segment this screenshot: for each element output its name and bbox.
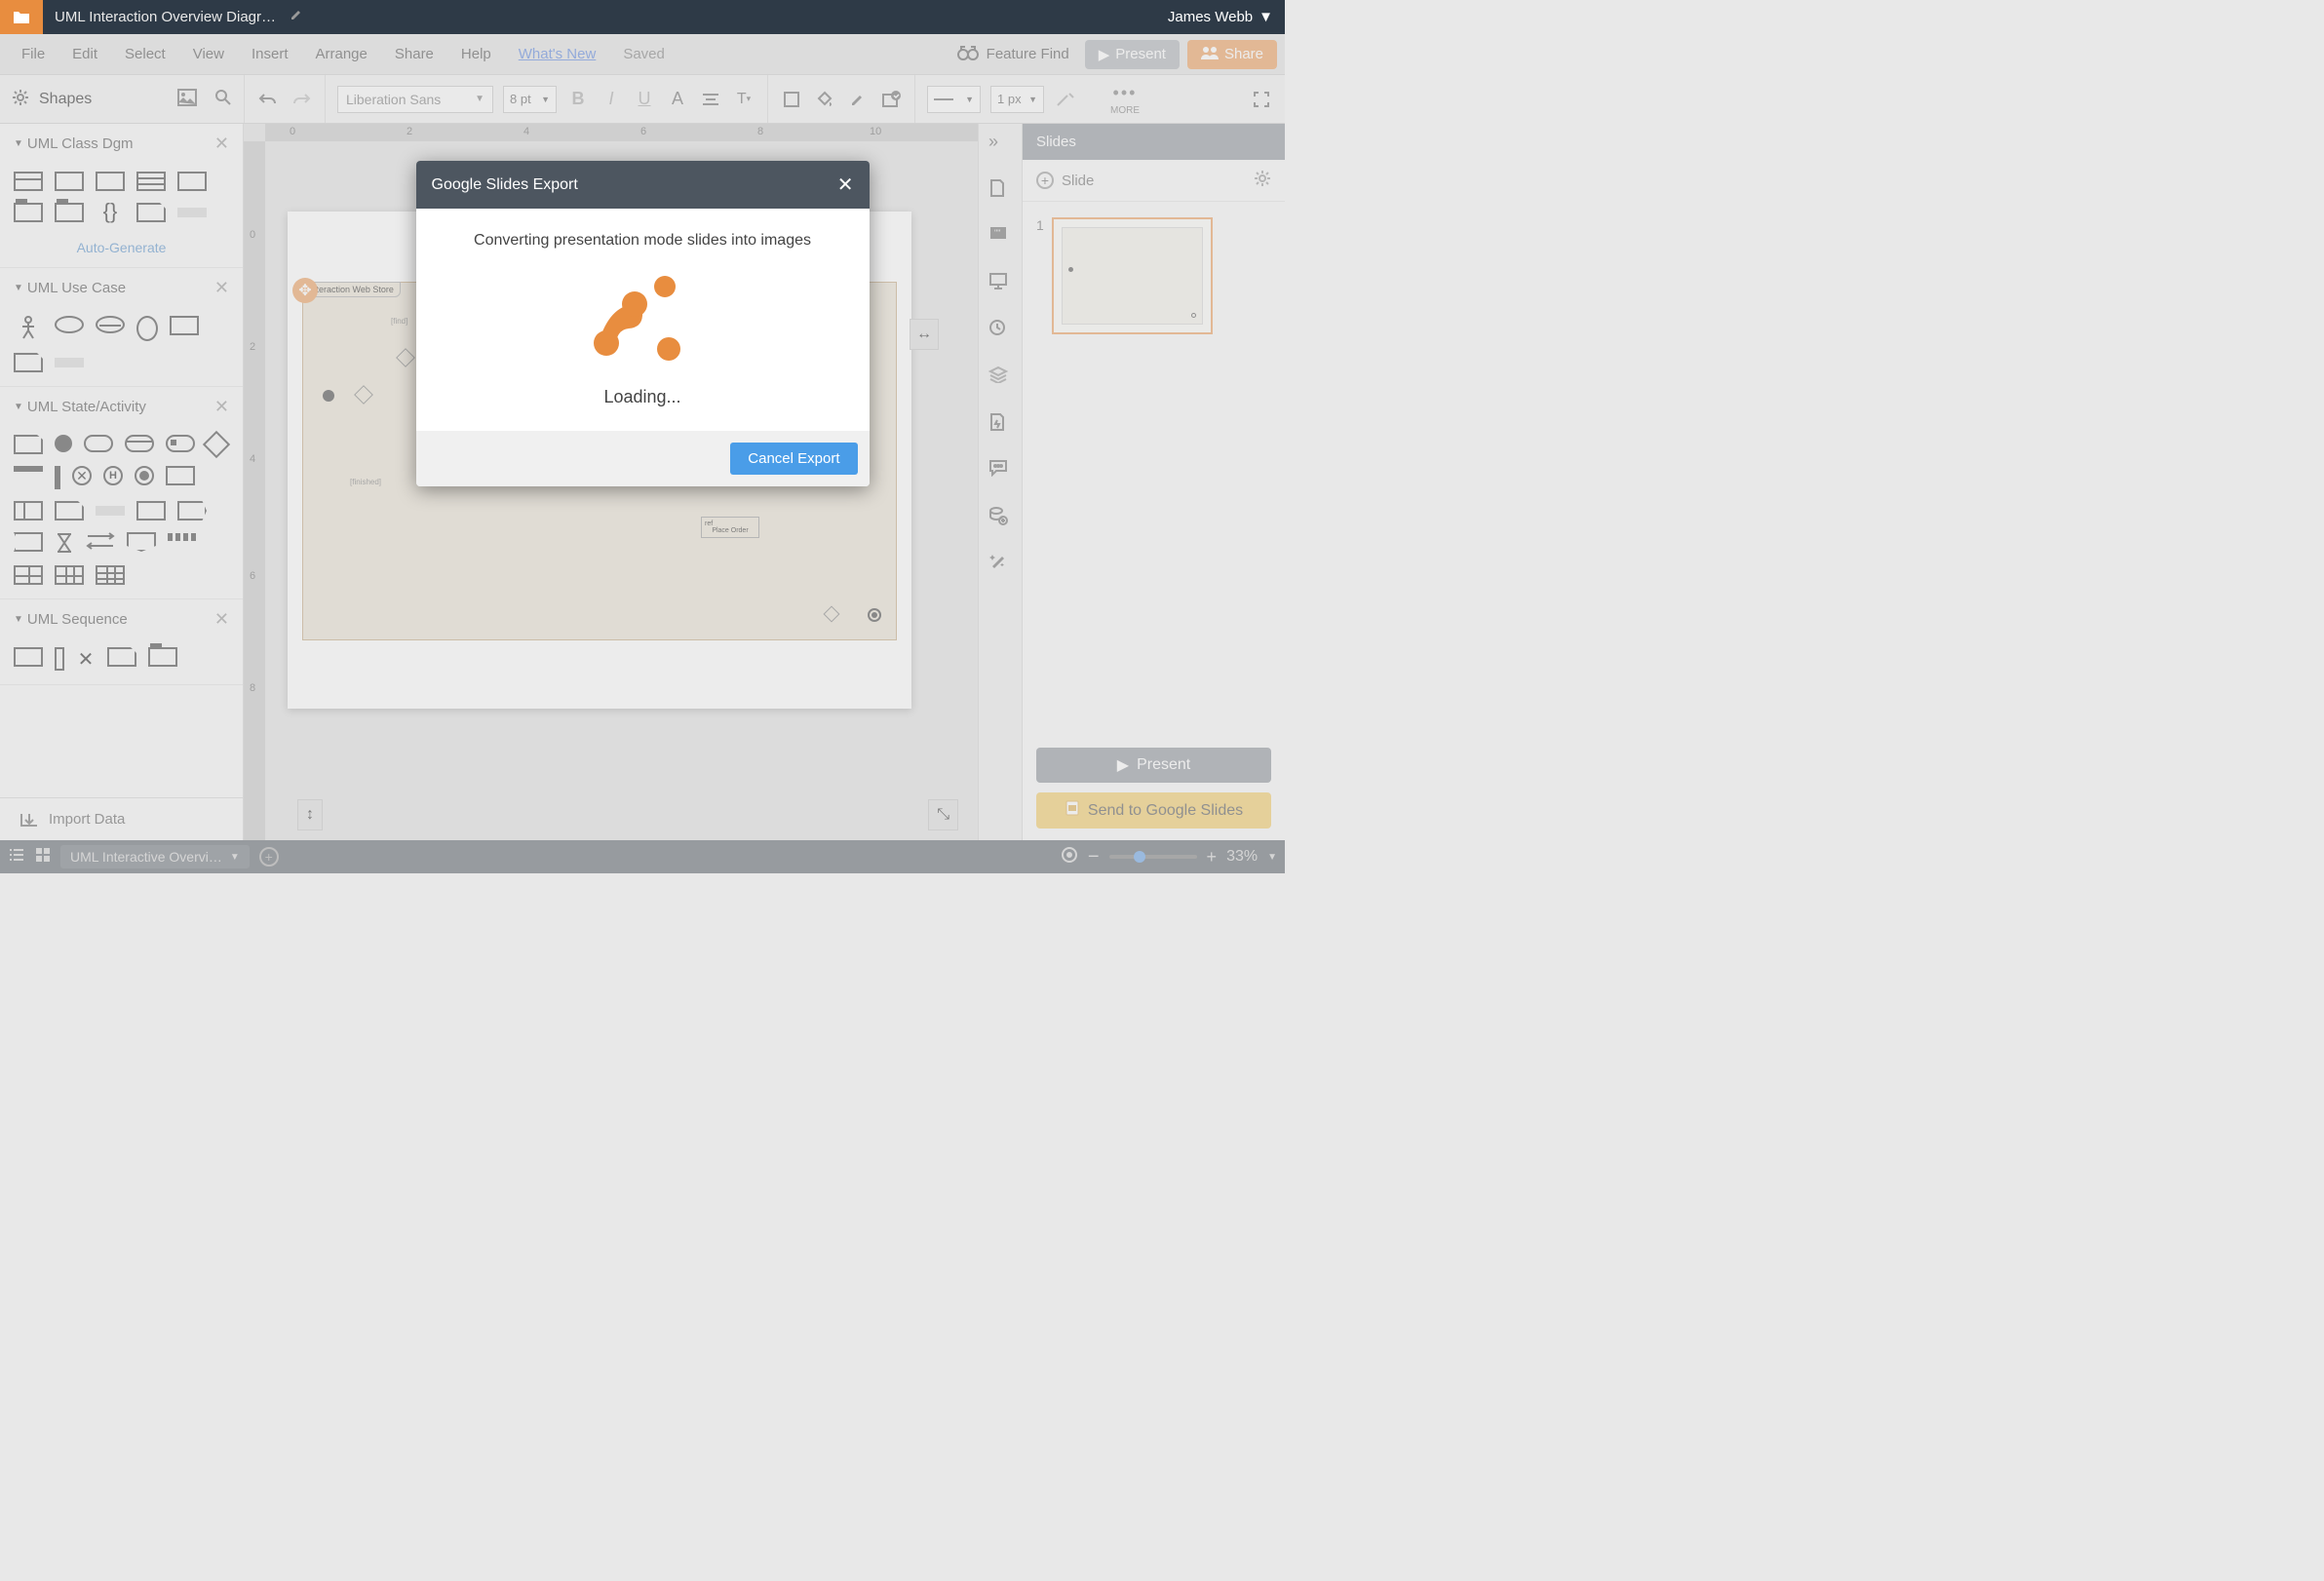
modal-message: Converting presentation mode slides into…: [440, 232, 846, 250]
user-menu[interactable]: James Webb ▼: [1168, 9, 1273, 25]
loading-text: Loading...: [440, 387, 846, 407]
chevron-down-icon: ▼: [1259, 9, 1273, 25]
document-title[interactable]: UML Interaction Overview Diagr…: [55, 9, 276, 25]
cancel-export-button[interactable]: Cancel Export: [730, 443, 857, 475]
folder-icon[interactable]: [0, 0, 43, 34]
modal-title: Google Slides Export: [432, 176, 578, 194]
export-modal: Google Slides Export ✕ Converting presen…: [416, 161, 870, 486]
close-icon[interactable]: ✕: [837, 173, 854, 197]
user-name: James Webb: [1168, 9, 1253, 25]
titlebar: UML Interaction Overview Diagr… James We…: [0, 0, 1285, 34]
edit-title-icon[interactable]: [290, 8, 303, 26]
loading-spinner: [440, 269, 846, 371]
